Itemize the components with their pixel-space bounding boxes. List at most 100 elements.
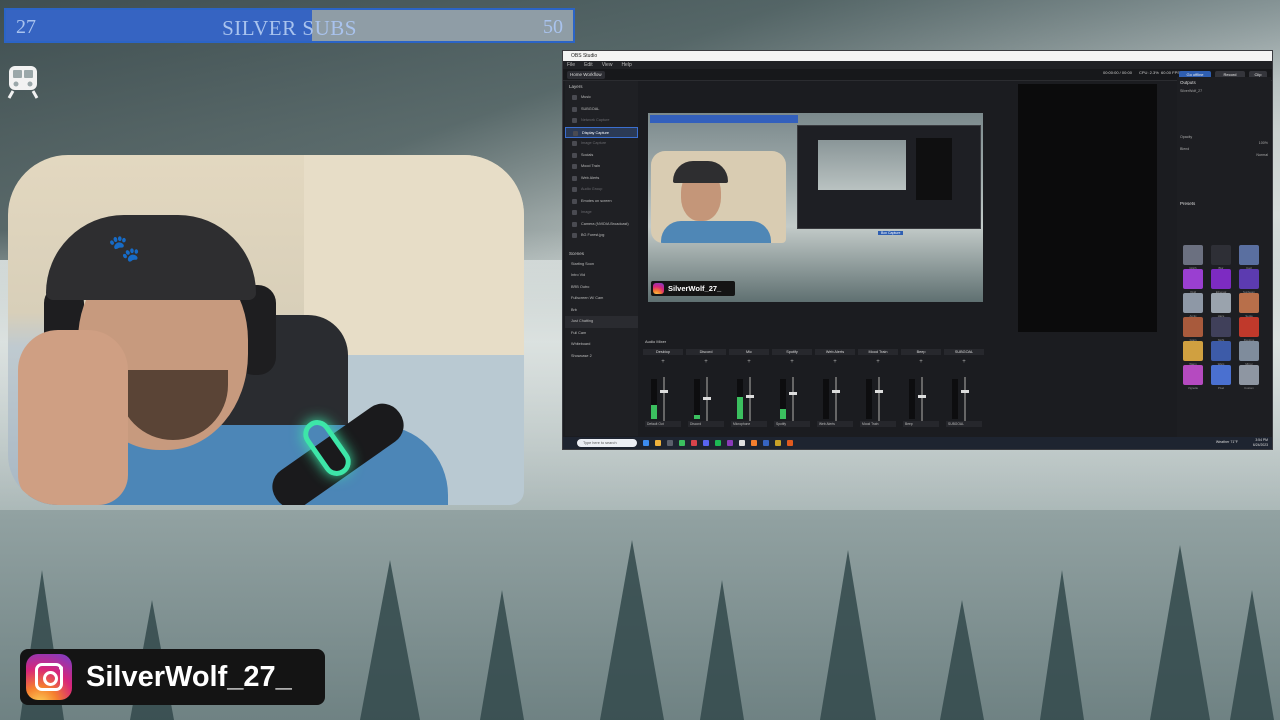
preset-thumbnail[interactable]: Cool [1239, 245, 1259, 270]
volume-fader-knob[interactable] [703, 396, 711, 400]
menu-file[interactable]: File [567, 61, 575, 69]
taskbar-app-icon[interactable] [763, 440, 769, 446]
volume-fader-knob[interactable] [918, 394, 926, 398]
taskbar-app-icon[interactable] [655, 440, 661, 446]
preset-thumbnail[interactable]: Mirror [1239, 341, 1259, 366]
preset-thumbnail[interactable]: Custom [1239, 365, 1259, 390]
volume-fader-track[interactable] [921, 377, 923, 421]
obs-window[interactable]: OBS Studio File Edit View Help Home Work… [562, 50, 1273, 450]
taskbar-app-icon[interactable] [775, 440, 781, 446]
volume-fader-track[interactable] [835, 377, 837, 421]
scene-item[interactable]: Fullscreen W/ Cam [565, 293, 638, 305]
preset-thumbnail[interactable]: Duotone [1239, 317, 1259, 342]
volume-fader-track[interactable] [749, 377, 751, 421]
volume-fader-knob[interactable] [660, 390, 668, 394]
scene-item[interactable]: Whiteboard [565, 339, 638, 351]
source-item[interactable]: Camera (NVIDIA Broadcast) [565, 219, 638, 231]
preset-thumbnail[interactable]: Sunbeam [1239, 269, 1259, 294]
channel-name: SUBGOAL [944, 349, 984, 355]
scene-item[interactable]: Intro Vid [565, 270, 638, 282]
scene-item[interactable]: Showcase 2 [565, 351, 638, 363]
source-item[interactable]: BG Forest.jpg [565, 230, 638, 242]
add-filter-icon[interactable]: + [772, 359, 812, 365]
channel-source[interactable]: Discord [688, 421, 724, 427]
volume-fader-knob[interactable] [875, 390, 883, 394]
volume-fader-knob[interactable] [746, 394, 754, 398]
source-item[interactable]: Emotes on screen [565, 196, 638, 208]
preset-thumbnail[interactable]: Ethereal [1211, 269, 1231, 294]
source-item[interactable]: Music [565, 92, 638, 104]
add-filter-icon[interactable]: + [815, 359, 855, 365]
menu-help[interactable]: Help [621, 61, 631, 69]
volume-fader-track[interactable] [792, 377, 794, 421]
taskbar-app-icon[interactable] [751, 440, 757, 446]
add-filter-icon[interactable]: + [643, 359, 683, 365]
add-filter-icon[interactable]: + [901, 359, 941, 365]
preset-thumbnail[interactable]: Glitch [1183, 245, 1203, 270]
taskbar-app-icon[interactable] [667, 440, 673, 446]
taskbar-search[interactable]: Type here to search [577, 439, 637, 447]
source-item[interactable]: Image Capture [565, 138, 638, 150]
source-item[interactable]: Image [565, 207, 638, 219]
preset-thumbnail[interactable]: Grain [1183, 317, 1203, 342]
scene-item[interactable]: Full Cam [565, 328, 638, 340]
preset-thumbnail[interactable]: Arctic [1183, 293, 1203, 318]
taskbar-app-icon[interactable] [727, 440, 733, 446]
channel-source[interactable]: Spotify [774, 421, 810, 427]
preset-thumbnail[interactable]: Haze [1211, 293, 1231, 318]
source-item[interactable]: SUBGOAL [565, 104, 638, 116]
add-filter-icon[interactable]: + [944, 359, 984, 365]
preset-thumbnail[interactable]: Warp [1211, 341, 1231, 366]
scene-item[interactable]: Just Chatting [565, 316, 638, 328]
source-item[interactable]: Mood Train [565, 161, 638, 173]
taskbar-app-icon[interactable] [787, 440, 793, 446]
taskbar-app-icon[interactable] [679, 440, 685, 446]
channel-source[interactable]: Web Alerts [817, 421, 853, 427]
scene-item[interactable]: Brb [565, 305, 638, 317]
scene-item[interactable]: BRB Outro [565, 282, 638, 294]
preset-thumbnail[interactable]: Night [1211, 317, 1231, 342]
add-filter-icon[interactable]: + [686, 359, 726, 365]
preset-thumbnail[interactable]: Vivid [1183, 269, 1203, 294]
taskbar-app-icon[interactable] [715, 440, 721, 446]
add-filter-icon[interactable]: + [729, 359, 769, 365]
taskbar-app-icon[interactable] [703, 440, 709, 446]
preset-thumbnail[interactable]: Warm [1183, 341, 1203, 366]
taskbar-clock[interactable]: 3:54 PM 6/24/2023 [1253, 438, 1268, 448]
volume-fader-knob[interactable] [789, 392, 797, 396]
volume-fader-knob[interactable] [961, 390, 969, 394]
taskbar-app-icon[interactable] [739, 440, 745, 446]
preset-thumbnail[interactable]: Blur [1211, 245, 1231, 270]
taskbar-weather[interactable]: Weather 71°F [1216, 440, 1238, 444]
source-item[interactable]: Socials [565, 150, 638, 162]
preset-thumbnail[interactable]: Pixel [1211, 365, 1231, 390]
preview-canvas[interactable]: Box Capture SilverWolf_27_ [648, 113, 983, 302]
channel-source[interactable]: Beep [903, 421, 939, 427]
hand-gesture [18, 330, 128, 505]
preset-thumbnail[interactable]: Vignette [1183, 365, 1203, 390]
scenes-list: Starting Soon Intro Vid BRB Outro Fullscree… [565, 259, 638, 363]
add-filter-icon[interactable]: + [858, 359, 898, 365]
volume-meter [866, 379, 872, 419]
channel-source[interactable]: Default Out [645, 421, 681, 427]
taskbar-app-icon[interactable] [691, 440, 697, 446]
preset-thumbnail[interactable]: Sepia [1239, 293, 1259, 318]
source-item[interactable]: Web Alerts [565, 173, 638, 185]
channel-source[interactable]: Mood Train [860, 421, 896, 427]
mixer-channel: SUBGOAL + SUBGOAL [944, 349, 984, 429]
scene-item[interactable]: Starting Soon [565, 259, 638, 271]
volume-fader-track[interactable] [663, 377, 665, 421]
source-item[interactable]: Audio Group [565, 184, 638, 196]
taskbar-app-icon[interactable] [643, 440, 649, 446]
menu-view[interactable]: View [602, 61, 613, 69]
volume-fader-track[interactable] [878, 377, 880, 421]
volume-fader-knob[interactable] [832, 390, 840, 394]
source-item[interactable]: Display Capture [565, 126, 638, 138]
menu-edit[interactable]: Edit [584, 61, 593, 69]
mixer-title: Audio Mixer [645, 339, 667, 344]
channel-source[interactable]: Microphone [731, 421, 767, 427]
source-item[interactable]: Network Capture [565, 115, 638, 127]
channel-source[interactable]: SUBGOAL [946, 421, 982, 427]
volume-fader-track[interactable] [964, 377, 966, 421]
tab-home-workflow[interactable]: Home Workflow [567, 71, 605, 79]
